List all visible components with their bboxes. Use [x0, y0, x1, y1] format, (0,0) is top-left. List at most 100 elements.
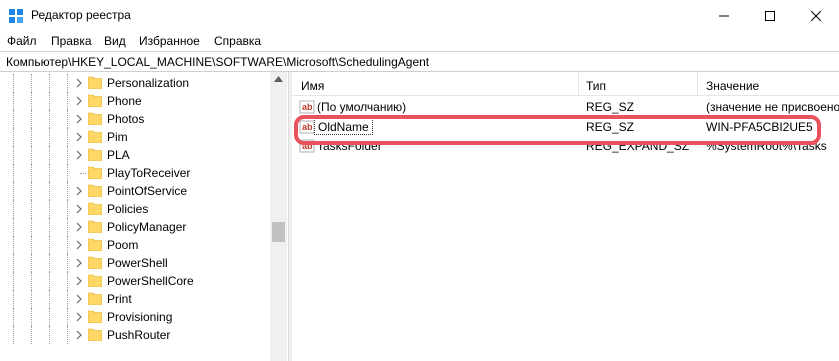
tree-guide-line [67, 218, 68, 236]
value-type: REG_SZ [586, 100, 635, 114]
column-header-data[interactable]: Значение [706, 79, 759, 93]
chevron-right-icon[interactable] [75, 330, 83, 340]
tree-item[interactable]: PointOfService [0, 182, 270, 200]
tree-item-label: Poom [107, 238, 139, 252]
tree-guide-line [49, 254, 50, 272]
chevron-right-icon[interactable] [75, 222, 83, 232]
tree-item[interactable]: Poom [0, 236, 270, 254]
tree-guide-line [31, 290, 32, 308]
chevron-right-icon[interactable] [75, 294, 83, 304]
tree-item[interactable]: Print [0, 290, 270, 308]
list-row[interactable]: ab (По умолчанию) REG_SZ (значение не пр… [292, 98, 839, 116]
maximize-icon [765, 10, 775, 21]
tree-guide-line [49, 164, 50, 182]
tree-guide-line [49, 92, 50, 110]
chevron-right-icon[interactable] [75, 312, 83, 322]
close-button[interactable] [793, 0, 839, 31]
tree-guide-line [31, 110, 32, 128]
menu-file[interactable]: Файл [7, 34, 37, 48]
chevron-right-icon[interactable] [75, 240, 83, 250]
minimize-button[interactable] [701, 0, 747, 31]
folder-icon [88, 112, 102, 125]
tree-guide-line [13, 308, 14, 326]
chevron-right-icon[interactable] [75, 132, 83, 142]
tree-guide-line [13, 218, 14, 236]
tree-item[interactable]: Personalization [0, 74, 270, 92]
tree-guide-line [31, 308, 32, 326]
tree-guide-line [31, 74, 32, 92]
tree-guide-line [13, 110, 14, 128]
tree-guide-line [67, 182, 68, 200]
chevron-right-icon[interactable] [75, 114, 83, 124]
value-name: (По умолчанию) [317, 100, 407, 114]
scroll-thumb[interactable] [272, 222, 285, 242]
tree-guide-line [49, 146, 50, 164]
chevron-right-icon[interactable] [75, 150, 83, 160]
tree-item-label: Phone [107, 94, 142, 108]
tree-guide-line [67, 254, 68, 272]
tree-item-label: PowerShell [107, 256, 168, 270]
chevron-right-icon[interactable] [75, 78, 83, 88]
tree-guide-line [13, 290, 14, 308]
column-divider[interactable] [697, 72, 698, 96]
tree-guide-line [49, 326, 50, 344]
tree-guide-line [49, 236, 50, 254]
address-path[interactable]: Компьютер\HKEY_LOCAL_MACHINE\SOFTWARE\Mi… [6, 55, 429, 69]
tree-item-label: PowerShellCore [107, 274, 194, 288]
tree-guide-line [31, 92, 32, 110]
tree-guide-line [31, 146, 32, 164]
tree-guide-line [67, 74, 68, 92]
tree-guide-line [67, 146, 68, 164]
chevron-right-icon[interactable] [75, 258, 83, 268]
tree-item[interactable]: Policies [0, 200, 270, 218]
column-header-name[interactable]: Имя [301, 79, 324, 93]
tree-item[interactable]: PLA [0, 146, 270, 164]
tree-guide-line [31, 200, 32, 218]
tree-item-label: Photos [107, 112, 145, 126]
list-header: Имя Тип Значение [292, 72, 839, 96]
tree-guide-line [49, 200, 50, 218]
address-bar[interactable]: Компьютер\HKEY_LOCAL_MACHINE\SOFTWARE\Mi… [0, 51, 839, 72]
chevron-right-icon[interactable] [75, 204, 83, 214]
tree-item[interactable]: Provisioning [0, 308, 270, 326]
chevron-right-icon[interactable] [75, 96, 83, 106]
tree-guide-line [31, 128, 32, 146]
maximize-button[interactable] [747, 0, 793, 31]
tree-item[interactable]: PlayToReceiver [0, 164, 270, 182]
column-header-type[interactable]: Тип [586, 79, 606, 93]
tree-item[interactable]: PushRouter [0, 326, 270, 344]
tree-item[interactable]: PowerShell [0, 254, 270, 272]
tree-guide-line [31, 236, 32, 254]
tree-guide-line [13, 74, 14, 92]
tree-item-label: Policies [107, 202, 149, 216]
menu-favorites[interactable]: Избранное [139, 34, 200, 48]
menu-view[interactable]: Вид [104, 34, 126, 48]
scroll-up-icon[interactable] [274, 76, 283, 82]
tree-item[interactable]: Photos [0, 110, 270, 128]
menu-edit[interactable]: Правка [51, 34, 92, 48]
tree-item[interactable]: PowerShellCore [0, 272, 270, 290]
window-title: Редактор реестра [31, 8, 131, 22]
tree-guide-line [31, 218, 32, 236]
tree-guide-line [13, 272, 14, 290]
close-icon [810, 10, 822, 21]
tree-guide-line [31, 326, 32, 344]
tree-item[interactable]: PolicyManager [0, 218, 270, 236]
tree-guide-line [13, 146, 14, 164]
column-divider[interactable] [578, 72, 579, 96]
tree-scrollbar[interactable] [270, 72, 287, 361]
folder-icon [88, 238, 102, 251]
tree-guide-line [67, 164, 68, 182]
chevron-right-icon[interactable] [75, 276, 83, 286]
tree-guide-line [31, 272, 32, 290]
chevron-right-icon[interactable] [75, 186, 83, 196]
tree-guide-line [49, 182, 50, 200]
svg-text:ab: ab [302, 102, 313, 112]
tree-guide-line [13, 200, 14, 218]
tree-guide-line [49, 128, 50, 146]
folder-icon [88, 256, 102, 269]
menu-help[interactable]: Справка [214, 34, 261, 48]
tree-item-label: Provisioning [107, 310, 173, 324]
tree-item[interactable]: Pim [0, 128, 270, 146]
tree-item[interactable]: Phone [0, 92, 270, 110]
